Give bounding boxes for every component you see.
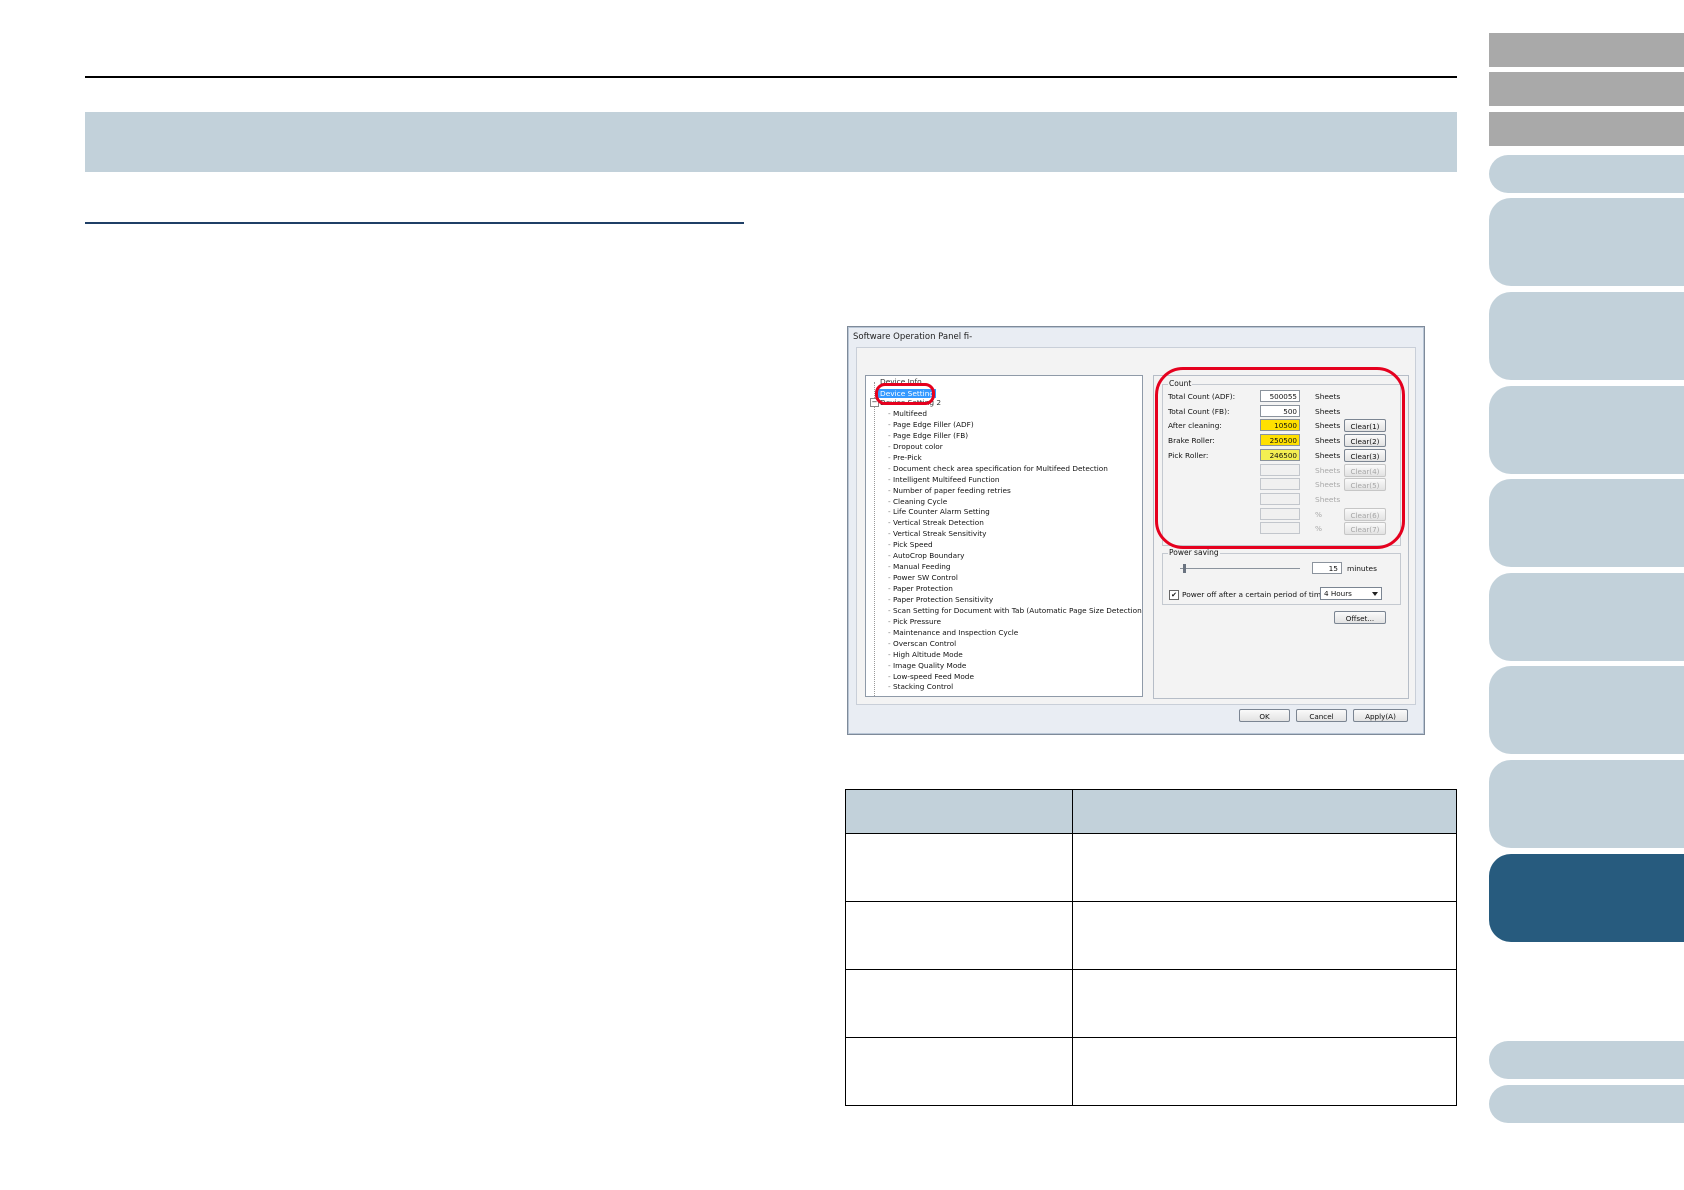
power-saving-unit: minutes bbox=[1347, 564, 1377, 573]
table-cell bbox=[1072, 969, 1457, 1038]
settings-tree[interactable]: Device Info Device Setting − Device Sett… bbox=[865, 375, 1143, 697]
tree-item[interactable]: Cleaning Cycle bbox=[888, 497, 1142, 508]
nav-tab-1[interactable] bbox=[1489, 33, 1684, 67]
apply-button[interactable]: Apply(A) bbox=[1353, 709, 1408, 722]
nav-tab-active[interactable] bbox=[1489, 854, 1684, 942]
title-band bbox=[85, 112, 1457, 172]
tree-item[interactable]: High Altitude Mode bbox=[888, 650, 1142, 661]
table-cell bbox=[1072, 1037, 1457, 1106]
device-setting-highlight-oval bbox=[875, 383, 935, 405]
power-saving-value[interactable]: 15 bbox=[1312, 562, 1342, 574]
tree-item[interactable]: Number of paper feeding retries bbox=[888, 486, 1142, 497]
power-off-select-value: 4 Hours bbox=[1324, 589, 1352, 598]
table-row bbox=[845, 833, 1457, 902]
tree-item[interactable]: Stacking Control bbox=[888, 682, 1142, 693]
top-rule bbox=[85, 76, 1457, 78]
tree-item[interactable]: Page Edge Filler (ADF) bbox=[888, 420, 1142, 431]
dialog-title: Software Operation Panel fi- bbox=[853, 332, 973, 342]
table-row bbox=[845, 901, 1457, 970]
nav-tab-7[interactable] bbox=[1489, 386, 1684, 474]
tree-item[interactable]: Scan Setting for Document with Tab (Auto… bbox=[888, 606, 1142, 617]
tree-item[interactable]: Paper Protection Sensitivity bbox=[888, 595, 1142, 606]
table-cell bbox=[845, 969, 1073, 1038]
tree-item[interactable]: Overscan Control bbox=[888, 639, 1142, 650]
nav-tab-5[interactable] bbox=[1489, 198, 1684, 286]
tree-item[interactable]: Power SW Control bbox=[888, 573, 1142, 584]
ok-button[interactable]: OK bbox=[1239, 709, 1290, 722]
nav-tab-3[interactable] bbox=[1489, 112, 1684, 146]
table-header-row bbox=[845, 789, 1457, 834]
count-highlight-oval bbox=[1155, 367, 1405, 549]
nav-tab-bottom-2[interactable] bbox=[1489, 1085, 1684, 1123]
tree-item[interactable]: Pick Pressure bbox=[888, 617, 1142, 628]
nav-tab-10[interactable] bbox=[1489, 666, 1684, 754]
table-header-cell-2 bbox=[1072, 789, 1457, 834]
power-off-label: Power off after a certain period of time bbox=[1182, 590, 1326, 599]
table-row bbox=[845, 1037, 1457, 1106]
dropdown-arrow-icon bbox=[1372, 592, 1378, 596]
table-cell bbox=[845, 1037, 1073, 1106]
tree-item[interactable]: Life Counter Alarm Setting bbox=[888, 507, 1142, 518]
tree-children: MultifeedPage Edge Filler (ADF)Page Edge… bbox=[888, 409, 1142, 693]
offset-button[interactable]: Offset... bbox=[1334, 611, 1386, 624]
table-header-cell-1 bbox=[845, 789, 1073, 834]
tree-item[interactable]: Vertical Streak Detection bbox=[888, 518, 1142, 529]
nav-tab-11[interactable] bbox=[1489, 760, 1684, 848]
nav-tab-6[interactable] bbox=[1489, 292, 1684, 380]
power-saving-label: Power saving bbox=[1168, 548, 1220, 557]
tree-item[interactable]: AutoCrop Boundary bbox=[888, 551, 1142, 562]
power-saving-slider[interactable] bbox=[1180, 564, 1300, 574]
tree-item[interactable]: Dropout color bbox=[888, 442, 1142, 453]
nav-tab-8[interactable] bbox=[1489, 479, 1684, 567]
tree-item[interactable]: Image Quality Mode bbox=[888, 661, 1142, 672]
tree-item[interactable]: Intelligent Multifeed Function bbox=[888, 475, 1142, 486]
cancel-button[interactable]: Cancel bbox=[1296, 709, 1347, 722]
tree-item[interactable]: Low-speed Feed Mode bbox=[888, 672, 1142, 683]
tree-item[interactable]: Multifeed bbox=[888, 409, 1142, 420]
table-cell bbox=[845, 901, 1073, 970]
power-off-checkbox[interactable]: ✔ bbox=[1169, 590, 1179, 600]
tree-item[interactable]: Maintenance and Inspection Cycle bbox=[888, 628, 1142, 639]
tree-item[interactable]: Paper Protection bbox=[888, 584, 1142, 595]
slider-thumb[interactable] bbox=[1183, 564, 1186, 573]
nav-tab-bottom-1[interactable] bbox=[1489, 1041, 1684, 1079]
tree-item[interactable]: Vertical Streak Sensitivity bbox=[888, 529, 1142, 540]
table-cell bbox=[845, 833, 1073, 902]
tree-item[interactable]: Pre-Pick bbox=[888, 453, 1142, 464]
tree-item[interactable]: Manual Feeding bbox=[888, 562, 1142, 573]
table-row bbox=[845, 969, 1457, 1038]
tree-item[interactable]: Document check area specification for Mu… bbox=[888, 464, 1142, 475]
table-cell bbox=[1072, 901, 1457, 970]
section-rule bbox=[85, 222, 744, 224]
tree-item[interactable]: Page Edge Filler (FB) bbox=[888, 431, 1142, 442]
tree-guide-line bbox=[874, 382, 875, 696]
nav-tab-2[interactable] bbox=[1489, 72, 1684, 106]
tree-item[interactable]: Pick Speed bbox=[888, 540, 1142, 551]
table-cell bbox=[1072, 833, 1457, 902]
power-off-select[interactable]: 4 Hours bbox=[1320, 587, 1382, 600]
slider-track bbox=[1180, 568, 1300, 569]
description-table bbox=[845, 789, 1457, 1106]
nav-tab-4[interactable] bbox=[1489, 155, 1684, 193]
software-operation-panel-dialog: Software Operation Panel fi- Device Info… bbox=[847, 326, 1425, 735]
nav-tab-9[interactable] bbox=[1489, 573, 1684, 661]
